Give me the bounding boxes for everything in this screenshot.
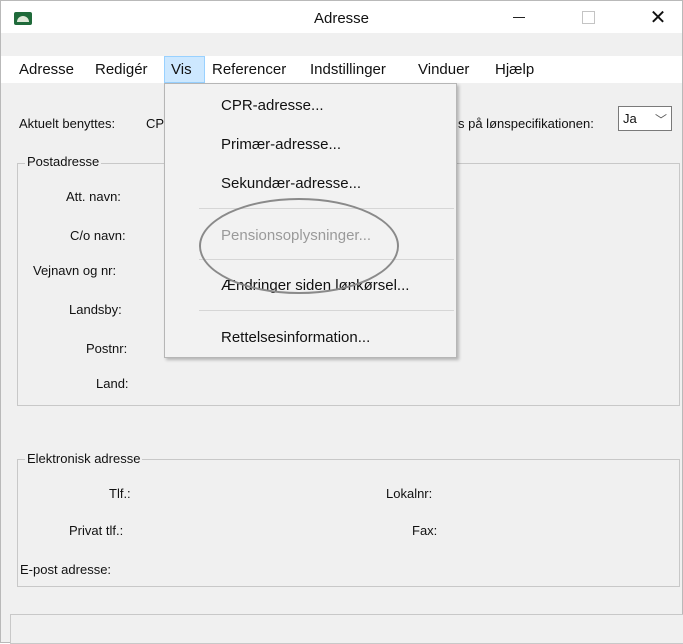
menu-referencer[interactable]: Referencer — [208, 56, 290, 83]
minimize-button[interactable] — [496, 1, 542, 33]
lonspec-value: Ja — [623, 111, 637, 126]
menu-separator — [199, 310, 454, 311]
menu-vinduer[interactable]: Vinduer — [414, 56, 473, 83]
address-window: Adresse ✕ Adresse Redigér Vis Referencer… — [0, 0, 683, 644]
menu-item-primaer-adresse[interactable]: Primær-adresse... — [221, 136, 341, 153]
lonspec-combo[interactable]: Ja ﹀ — [618, 106, 672, 131]
menu-item-rettelsesinformation[interactable]: Rettelsesinformation... — [221, 329, 370, 346]
menu-indstillinger[interactable]: Indstillinger — [306, 56, 390, 83]
postadresse-title: Postadresse — [25, 154, 102, 169]
menu-rediger[interactable]: Redigér — [91, 56, 152, 83]
chevron-down-icon[interactable]: ﹀ — [655, 111, 667, 128]
close-button[interactable]: ✕ — [635, 1, 681, 33]
fax-label: Fax: — [412, 523, 438, 538]
menu-vis[interactable]: Vis — [164, 56, 205, 83]
maximize-icon — [581, 10, 595, 24]
att-navn-label: Att. navn: — [66, 189, 121, 204]
menu-item-cpr-adresse[interactable]: CPR-adresse... — [221, 97, 324, 114]
elektronisk-title: Elektronisk adresse — [25, 451, 143, 466]
menu-hjaelp[interactable]: Hjælp — [491, 56, 538, 83]
epost-label: E-post adresse: — [20, 562, 112, 577]
maximize-button[interactable] — [565, 1, 611, 33]
co-navn-label: C/o navn: — [70, 228, 126, 243]
minimize-icon — [513, 16, 525, 18]
menu-item-sekundaer-adresse[interactable]: Sekundær-adresse... — [221, 175, 361, 192]
vejnavn-label: Vejnavn og nr: — [33, 263, 117, 278]
aktuelt-label: Aktuelt benyttes: — [19, 116, 116, 131]
lokalnr-label: Lokalnr: — [386, 486, 433, 501]
menu-bar: Adresse Redigér Vis Referencer Indstilli… — [1, 56, 682, 83]
privat-tlf-label: Privat tlf.: — [69, 523, 124, 538]
aktuelt-value: CP — [146, 116, 165, 131]
menu-adresse[interactable]: Adresse — [15, 56, 78, 83]
landsby-label: Landsby: — [69, 302, 122, 317]
title-bar[interactable]: Adresse ✕ — [1, 1, 682, 33]
status-bar — [10, 614, 683, 644]
annotation-circle — [199, 198, 399, 294]
tlf-label: Tlf.: — [109, 486, 131, 501]
postnr-label: Postnr: — [86, 341, 128, 356]
land-label: Land: — [96, 376, 129, 391]
lonspec-label: s på lønspecifikationen: — [458, 116, 594, 131]
